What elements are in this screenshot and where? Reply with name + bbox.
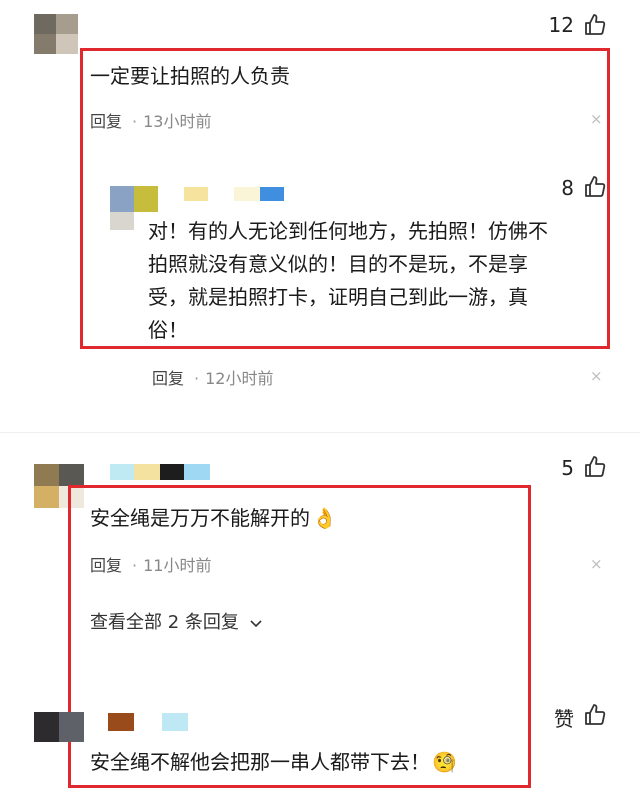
reply-1-line: 拍照就没有意义似的！目的不是玩，不是享: [148, 252, 528, 276]
reply-2-text: 安全绳不解他会把那一串人都带下去！: [90, 750, 430, 774]
reply-button[interactable]: 回复: [152, 369, 184, 388]
close-icon[interactable]: ×: [590, 367, 603, 385]
chevron-down-icon: [250, 620, 262, 628]
reply-1-reply-row: 回复 · 12小时前: [152, 365, 273, 389]
ok-hand-emoji-icon: 👌: [312, 506, 337, 530]
view-all-replies-button[interactable]: 查看全部 2 条回复: [90, 608, 263, 634]
thumbs-up-icon[interactable]: [583, 703, 607, 727]
monocle-face-emoji-icon: 🧐: [432, 750, 457, 774]
reply-1-like-count: 8: [561, 176, 574, 200]
separator-dot: ·: [194, 369, 200, 388]
thumbs-up-icon[interactable]: [583, 13, 607, 37]
close-icon[interactable]: ×: [590, 555, 603, 573]
comment-2-username-mosaic: [110, 464, 210, 482]
timestamp: 12小时前: [205, 369, 274, 388]
reply-1-line: 受，就是拍照打卡，证明自己到此一游，真: [148, 285, 528, 309]
comment-2-reply-row: 回复 · 11小时前: [90, 552, 211, 576]
reply-2-text-row: 安全绳不解他会把那一串人都带下去！ 🧐: [90, 746, 457, 775]
comment-1-avatar[interactable]: [34, 14, 78, 54]
comment-1-reply-row: 回复 · 13小时前: [90, 108, 211, 132]
comment-1-like-count: 12: [548, 13, 574, 37]
reply-2-like-label: 赞: [554, 707, 574, 731]
reply-1-username-mosaic: [184, 187, 284, 203]
thumbs-up-icon[interactable]: [583, 455, 607, 479]
reply-button[interactable]: 回复: [90, 112, 122, 131]
reply-1-text: 对！有的人无论到任何地方，先拍照！仿佛不 拍照就没有意义似的！目的不是玩，不是享…: [148, 215, 548, 347]
comment-2-text: 安全绳是万万不能解开的: [90, 506, 310, 530]
reply-1-line: 俗！: [148, 318, 188, 342]
comment-2-like-count: 5: [561, 456, 574, 480]
comment-1-text: 一定要让拍照的人负责: [90, 64, 290, 88]
timestamp: 13小时前: [143, 112, 212, 131]
reply-1-line: 对！有的人无论到任何地方，先拍照！仿佛不: [148, 219, 548, 243]
timestamp: 11小时前: [143, 556, 212, 575]
view-all-replies-label: 查看全部 2 条回复: [90, 612, 239, 633]
close-icon[interactable]: ×: [590, 110, 603, 128]
reply-2-username-mosaic: [108, 713, 188, 731]
thumbs-up-icon[interactable]: [583, 175, 607, 199]
separator-dot: ·: [132, 112, 138, 131]
reply-2-avatar[interactable]: [34, 712, 84, 742]
comment-2-text-row: 安全绳是万万不能解开的 👌: [90, 502, 337, 531]
reply-button[interactable]: 回复: [90, 556, 122, 575]
divider: [0, 432, 640, 433]
separator-dot: ·: [132, 556, 138, 575]
